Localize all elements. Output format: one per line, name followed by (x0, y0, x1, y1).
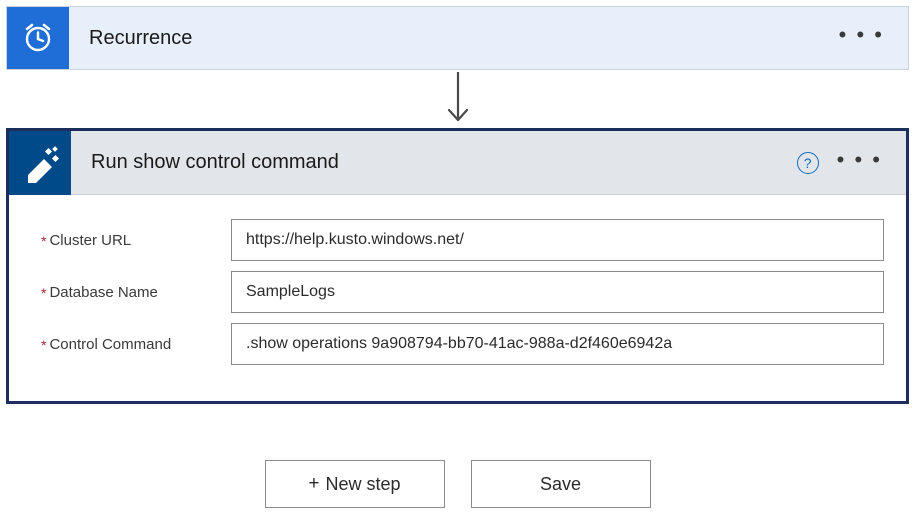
label-cluster-url: * Cluster URL (41, 232, 231, 249)
clock-icon (19, 19, 57, 57)
more-icon[interactable]: • • • (839, 24, 884, 52)
more-icon[interactable]: • • • (837, 149, 882, 177)
row-control-command: * Control Command (41, 323, 884, 365)
new-step-button[interactable]: + New step (265, 460, 445, 508)
label-control-command: * Control Command (41, 336, 231, 353)
arrow-down-icon (443, 70, 473, 128)
save-label: Save (540, 474, 581, 495)
save-button[interactable]: Save (471, 460, 651, 508)
input-database-name[interactable] (231, 271, 884, 313)
action-form: * Cluster URL * Database Name * Control … (9, 195, 906, 401)
label-text-database-name: Database Name (49, 284, 157, 301)
action-icon-box (9, 131, 71, 195)
connector-arrow (6, 70, 909, 128)
required-asterisk: * (41, 336, 46, 352)
footer-buttons: + New step Save (6, 460, 909, 508)
input-cluster-url[interactable] (231, 219, 884, 261)
row-database-name: * Database Name (41, 271, 884, 313)
required-asterisk: * (41, 232, 46, 248)
label-text-control-command: Control Command (49, 336, 171, 353)
row-cluster-url: * Cluster URL (41, 219, 884, 261)
recurrence-step[interactable]: Recurrence • • • (6, 6, 909, 70)
required-asterisk: * (41, 284, 46, 300)
recurrence-title: Recurrence (69, 27, 839, 50)
plus-icon: + (308, 473, 319, 495)
recurrence-header[interactable]: Recurrence • • • (7, 7, 908, 69)
recurrence-icon-box (7, 7, 69, 69)
recurrence-actions: • • • (839, 24, 908, 52)
new-step-label: New step (326, 474, 401, 495)
action-step: Run show control command ? • • • * Clust… (6, 128, 909, 404)
kusto-icon (20, 143, 60, 183)
label-text-cluster-url: Cluster URL (49, 232, 131, 249)
action-title: Run show control command (71, 151, 797, 174)
action-actions: ? • • • (797, 149, 906, 177)
input-control-command[interactable] (231, 323, 884, 365)
label-database-name: * Database Name (41, 284, 231, 301)
help-icon[interactable]: ? (797, 152, 819, 174)
action-header[interactable]: Run show control command ? • • • (9, 131, 906, 195)
